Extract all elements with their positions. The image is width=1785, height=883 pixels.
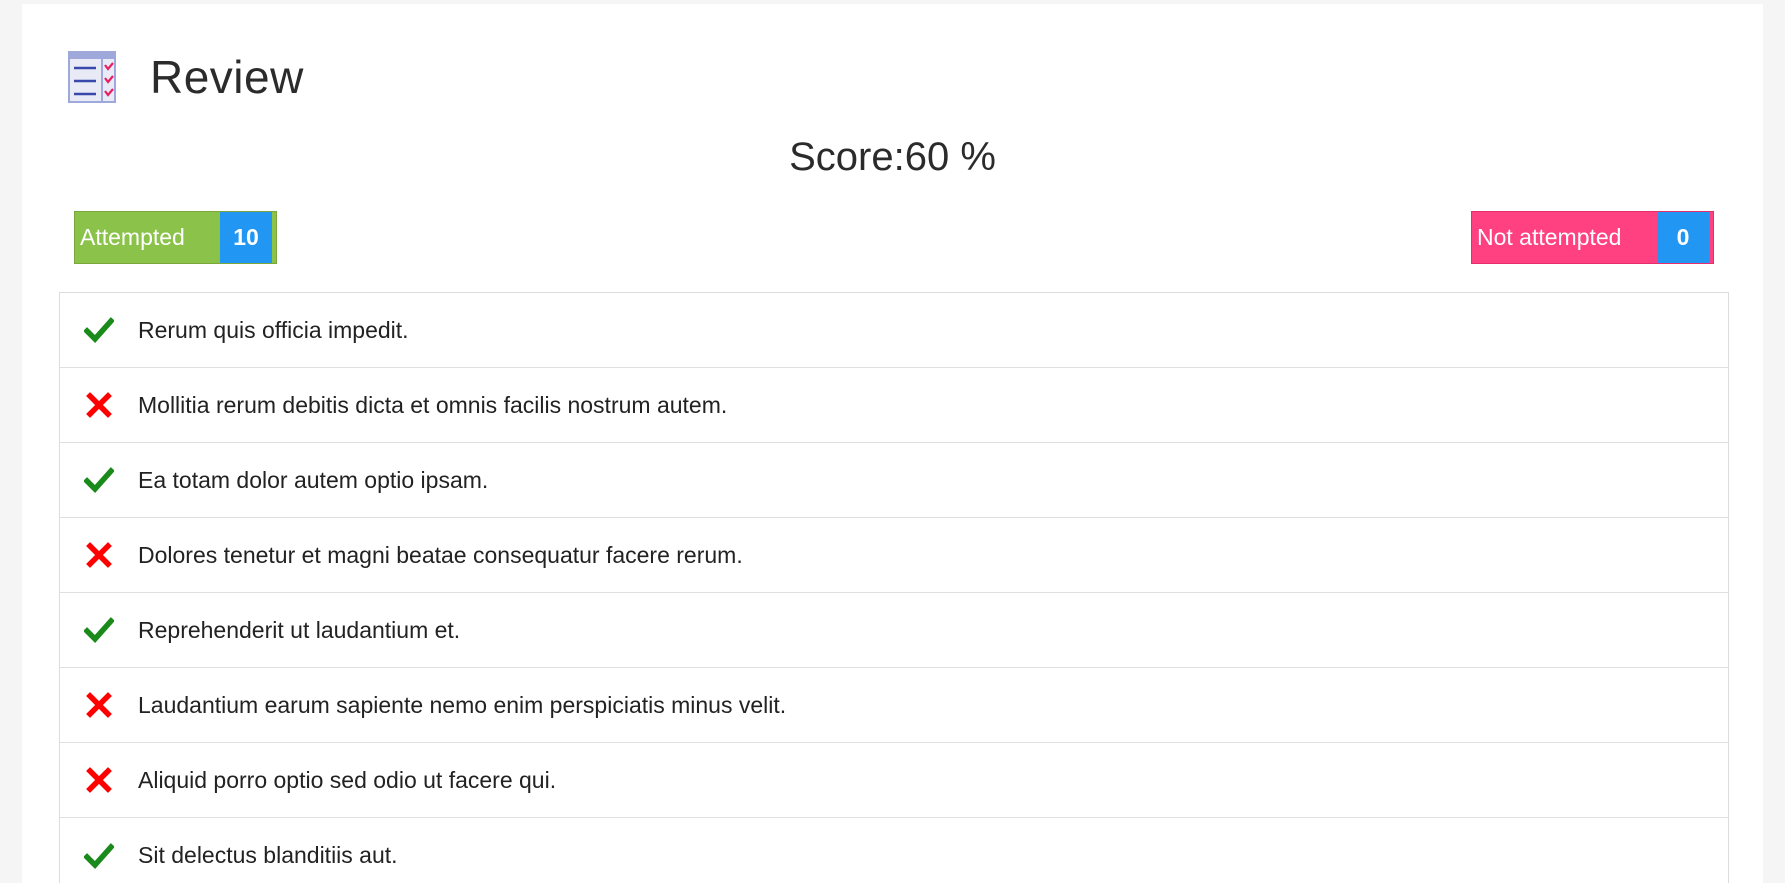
question-text: Laudantium earum sapiente nemo enim pers… bbox=[138, 691, 787, 718]
question-text: Mollitia rerum debitis dicta et omnis fa… bbox=[138, 391, 728, 418]
cross-icon bbox=[84, 390, 114, 420]
not-attempted-count-badge: 0 bbox=[1657, 212, 1709, 263]
check-icon bbox=[83, 465, 115, 495]
question-list: Rerum quis officia impedit. Mollitia reru… bbox=[59, 292, 1729, 883]
question-row[interactable]: Laudantium earum sapiente nemo enim pers… bbox=[60, 668, 1728, 743]
check-icon bbox=[83, 841, 115, 871]
question-row[interactable]: Ea totam dolor autem optio ipsam. bbox=[60, 443, 1728, 518]
question-text: Ea totam dolor autem optio ipsam. bbox=[138, 466, 489, 493]
cross-icon bbox=[84, 540, 114, 570]
page-header: Review bbox=[68, 47, 304, 107]
attempted-count-badge: 10 bbox=[220, 212, 272, 263]
question-text: Aliquid porro optio sed odio ut facere q… bbox=[138, 766, 557, 793]
question-row[interactable]: Dolores tenetur et magni beatae consequa… bbox=[60, 518, 1728, 593]
attempted-button[interactable]: Attempted 10 bbox=[74, 211, 277, 264]
score-text: Score:60 % bbox=[789, 135, 996, 179]
review-card: Review Score:60 % Attempted 10 Not attem… bbox=[22, 4, 1763, 883]
check-icon bbox=[83, 615, 115, 645]
page-title: Review bbox=[150, 51, 304, 103]
not-attempted-button[interactable]: Not attempted 0 bbox=[1471, 211, 1714, 264]
cross-icon bbox=[84, 765, 114, 795]
checklist-icon bbox=[68, 51, 116, 103]
question-row[interactable]: Sit delectus blanditiis aut. bbox=[60, 818, 1728, 883]
question-row[interactable]: Mollitia rerum debitis dicta et omnis fa… bbox=[60, 368, 1728, 443]
question-row[interactable]: Rerum quis officia impedit. bbox=[60, 293, 1728, 368]
question-text: Dolores tenetur et magni beatae consequa… bbox=[138, 541, 743, 568]
question-row[interactable]: Aliquid porro optio sed odio ut facere q… bbox=[60, 743, 1728, 818]
not-attempted-label: Not attempted bbox=[1477, 224, 1622, 250]
question-text: Sit delectus blanditiis aut. bbox=[138, 842, 398, 868]
question-text: Reprehenderit ut laudantium et. bbox=[138, 616, 461, 643]
question-text: Rerum quis officia impedit. bbox=[138, 316, 409, 343]
check-icon bbox=[83, 315, 115, 345]
cross-icon bbox=[84, 690, 114, 720]
question-row[interactable]: Reprehenderit ut laudantium et. bbox=[60, 593, 1728, 668]
attempted-label: Attempted bbox=[80, 224, 185, 250]
